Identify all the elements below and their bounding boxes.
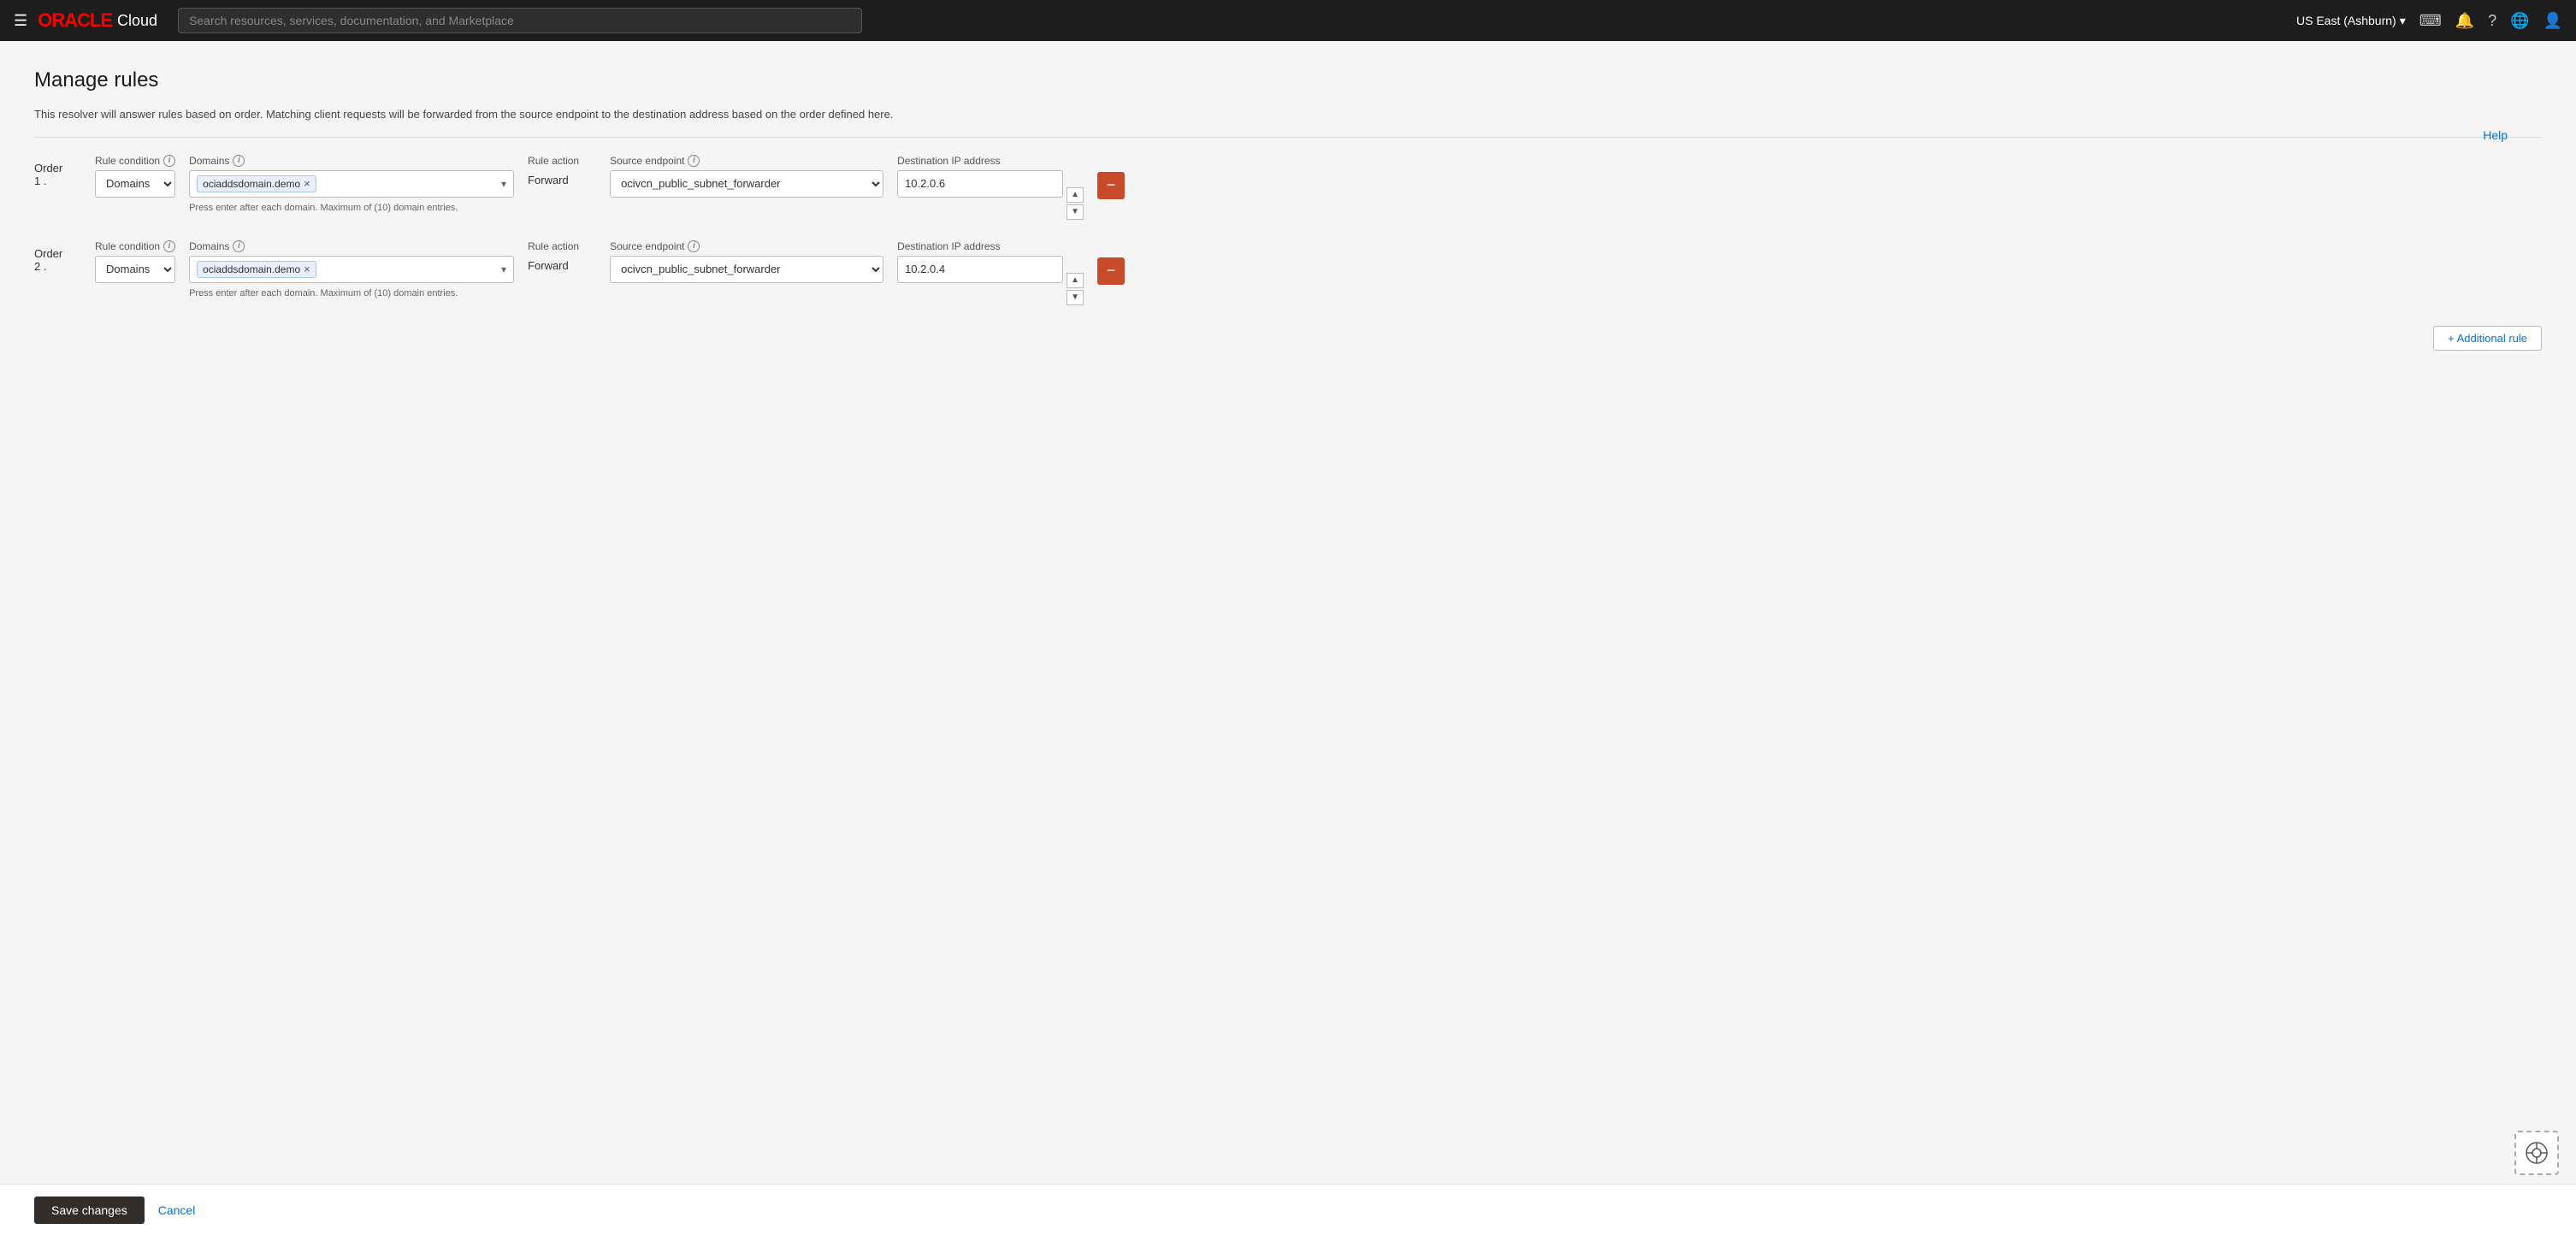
- domains-label-2: Domains i: [189, 240, 514, 252]
- hamburger-icon[interactable]: ☰: [14, 12, 27, 30]
- user-icon[interactable]: 👤: [2544, 12, 2562, 30]
- domains-label-1: Domains i: [189, 155, 514, 167]
- rule-condition-label-1: Rule condition i: [95, 155, 175, 167]
- delete-rule-1[interactable]: −: [1097, 172, 1125, 199]
- dest-ip-input-group-1: ▲ ▼: [897, 170, 1084, 220]
- add-rule-button[interactable]: + Additional rule: [2433, 326, 2542, 351]
- logo: ORACLE Cloud: [38, 9, 157, 32]
- page-header: Manage rules Help: [34, 68, 2542, 92]
- reorder-down-1[interactable]: ▼: [1066, 204, 1084, 220]
- dest-ip-input-1[interactable]: [897, 170, 1063, 198]
- order-label-1: Order 1 .: [34, 155, 81, 187]
- domains-hint-2: Press enter after each domain. Maximum o…: [189, 288, 514, 298]
- rule-condition-info-icon-1[interactable]: i: [163, 155, 175, 167]
- domains-info-icon-2[interactable]: i: [233, 240, 245, 252]
- add-rule-row: + Additional rule: [34, 326, 2542, 351]
- dest-ip-input-2[interactable]: [897, 256, 1063, 283]
- dest-ip-group-1: Destination IP address ▲ ▼: [897, 155, 1084, 220]
- rule-condition-group-1: Rule condition i Domains: [95, 155, 175, 198]
- dest-ip-group-2: Destination IP address ▲ ▼: [897, 240, 1084, 305]
- rule-condition-group-2: Rule condition i Domains: [95, 240, 175, 283]
- terminal-icon[interactable]: ⌨: [2419, 12, 2442, 30]
- domain-tag-2: ociaddsdomain.demo ×: [197, 261, 316, 278]
- domains-chevron-2[interactable]: ▾: [501, 263, 506, 275]
- cloud-logo: Cloud: [117, 12, 157, 30]
- rule-row: Order 1 . Rule condition i Domains Domai…: [34, 155, 2542, 220]
- save-changes-button[interactable]: Save changes: [34, 1197, 145, 1224]
- source-endpoint-group-2: Source endpoint i ocivcn_public_subnet_f…: [610, 240, 883, 283]
- domains-hint-1: Press enter after each domain. Maximum o…: [189, 203, 514, 213]
- source-endpoint-select-2[interactable]: ocivcn_public_subnet_forwarder: [610, 256, 883, 283]
- rule-action-label-2: Rule action: [528, 240, 596, 252]
- source-endpoint-label-1: Source endpoint i: [610, 155, 883, 167]
- domains-input-2[interactable]: ociaddsdomain.demo × ▾: [189, 256, 514, 283]
- source-endpoint-info-icon-2[interactable]: i: [688, 240, 700, 252]
- dest-ip-label-1: Destination IP address: [897, 155, 1084, 167]
- oracle-logo: ORACLE: [38, 9, 112, 32]
- reorder-buttons-2: ▲ ▼: [1066, 256, 1084, 305]
- rule-action-group-2: Rule action Forward: [528, 240, 596, 272]
- domains-chevron-1[interactable]: ▾: [501, 178, 506, 190]
- rule-action-value-2: Forward: [528, 256, 596, 272]
- source-endpoint-select-1[interactable]: ocivcn_public_subnet_forwarder: [610, 170, 883, 198]
- domains-info-icon-1[interactable]: i: [233, 155, 245, 167]
- dest-ip-input-group-2: ▲ ▼: [897, 256, 1084, 305]
- reorder-up-2[interactable]: ▲: [1066, 273, 1084, 288]
- reorder-down-2[interactable]: ▼: [1066, 290, 1084, 305]
- rule-condition-info-icon-2[interactable]: i: [163, 240, 175, 252]
- dest-ip-label-2: Destination IP address: [897, 240, 1084, 252]
- rule-action-value-1: Forward: [528, 170, 596, 186]
- domain-tag-close-1[interactable]: ×: [304, 178, 310, 189]
- rule-action-group-1: Rule action Forward: [528, 155, 596, 186]
- description-text: This resolver will answer rules based on…: [34, 106, 2542, 123]
- support-widget[interactable]: [2514, 1131, 2559, 1175]
- rule-condition-label-2: Rule condition i: [95, 240, 175, 252]
- topnav: ☰ ORACLE Cloud US East (Ashburn) ▾ ⌨ 🔔 ?…: [0, 0, 2576, 41]
- source-endpoint-info-icon-1[interactable]: i: [688, 155, 700, 167]
- region-selector[interactable]: US East (Ashburn) ▾: [2296, 14, 2406, 28]
- rule-condition-select-2[interactable]: Domains: [95, 256, 175, 283]
- rule-action-label-1: Rule action: [528, 155, 596, 167]
- rule-condition-select-1[interactable]: Domains: [95, 170, 175, 198]
- reorder-up-1[interactable]: ▲: [1066, 187, 1084, 203]
- domain-tag-1: ociaddsdomain.demo ×: [197, 175, 316, 192]
- topnav-right: US East (Ashburn) ▾ ⌨ 🔔 ? 🌐 👤: [2296, 12, 2562, 30]
- reorder-buttons-1: ▲ ▼: [1066, 170, 1084, 220]
- help-icon[interactable]: ?: [2488, 12, 2496, 30]
- page-container: Manage rules Help This resolver will ans…: [0, 41, 2576, 1184]
- globe-icon[interactable]: 🌐: [2510, 12, 2529, 30]
- help-link[interactable]: Help: [2483, 128, 2508, 142]
- domains-input-1[interactable]: ociaddsdomain.demo × ▾: [189, 170, 514, 198]
- cancel-button[interactable]: Cancel: [158, 1203, 196, 1217]
- order-label-2: Order 2 .: [34, 240, 81, 273]
- rule-row-2: Order 2 . Rule condition i Domains Domai…: [34, 240, 2542, 305]
- bell-icon[interactable]: 🔔: [2455, 12, 2474, 30]
- divider: [34, 137, 2542, 138]
- source-endpoint-group-1: Source endpoint i ocivcn_public_subnet_f…: [610, 155, 883, 198]
- domain-tag-close-2[interactable]: ×: [304, 263, 310, 275]
- page-title: Manage rules: [34, 68, 2542, 92]
- domains-group-2: Domains i ociaddsdomain.demo × ▾ Press e…: [189, 240, 514, 298]
- domains-group-1: Domains i ociaddsdomain.demo × ▾ Press e…: [189, 155, 514, 213]
- footer: Save changes Cancel: [0, 1184, 2576, 1235]
- delete-rule-2[interactable]: −: [1097, 257, 1125, 285]
- search-input[interactable]: [178, 8, 862, 33]
- source-endpoint-label-2: Source endpoint i: [610, 240, 883, 252]
